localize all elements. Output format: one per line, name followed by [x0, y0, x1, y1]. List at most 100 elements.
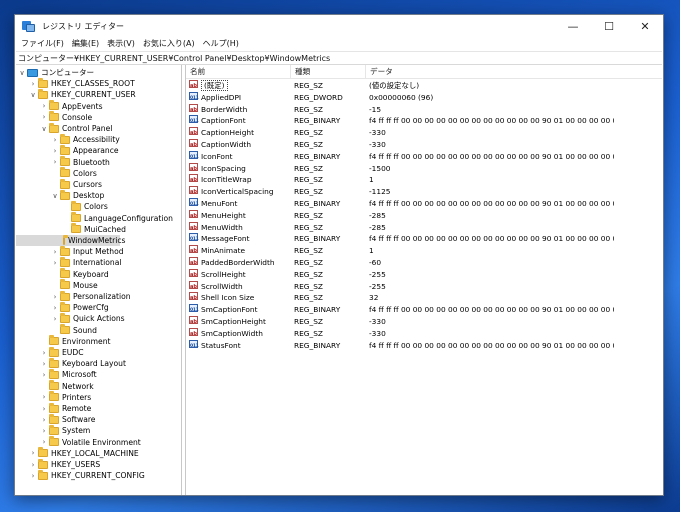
tree-item[interactable]: Sound — [16, 324, 97, 336]
value-row[interactable]: 011 AppliedDPI REG_DWORD 0x00000060 (96) — [186, 91, 662, 104]
menu-help[interactable]: ヘルプ(H) — [199, 37, 243, 51]
value-row[interactable]: 011 SmCaptionFont REG_BINARY f4 ff ff ff 00… — [186, 304, 662, 316]
menu-file[interactable]: ファイル(F) — [17, 37, 68, 51]
value-row[interactable]: ab PaddedBorderWidth REG_SZ -60 — [186, 257, 662, 269]
value-row[interactable]: ab MenuWidth REG_SZ -285 — [186, 221, 662, 234]
chevron-right-icon[interactable]: › — [29, 461, 37, 469]
address-bar[interactable]: コンピューター¥HKEY_CURRENT_USER¥Control Panel¥… — [16, 51, 662, 65]
tree-item[interactable]: › Bluetooth — [16, 156, 110, 168]
tree-item[interactable]: Cursors — [16, 178, 102, 190]
tree-item[interactable]: Keyboard — [16, 268, 109, 280]
chevron-down-icon[interactable]: ∨ — [18, 69, 26, 77]
value-row[interactable]: 011 MessageFont REG_BINARY f4 ff ff ff 00 0… — [186, 233, 662, 245]
value-row[interactable]: ab (既定) REG_SZ (値の設定なし) — [186, 80, 662, 92]
chevron-right-icon[interactable]: › — [40, 349, 48, 357]
menu-edit[interactable]: 編集(E) — [68, 37, 103, 51]
chevron-right-icon[interactable]: › — [51, 304, 59, 312]
tree-item[interactable]: › HKEY_LOCAL_MACHINE — [16, 447, 139, 459]
minimize-button[interactable]: — — [555, 15, 591, 37]
column-name-header[interactable]: 名前 — [186, 65, 290, 79]
value-row[interactable]: ab IconTitleWrap REG_SZ 1 — [186, 174, 662, 186]
key-tree-pane[interactable]: ∨ コンピューター › HKEY_CLASSES_ROOT ∨ HKEY_CURRENT_… — [16, 65, 182, 495]
chevron-right-icon[interactable]: › — [40, 360, 48, 368]
menu-view[interactable]: 表示(V) — [103, 37, 139, 51]
chevron-right-icon[interactable]: › — [29, 80, 37, 88]
chevron-right-icon[interactable]: › — [51, 158, 59, 166]
value-row[interactable]: ab MinAnimate REG_SZ 1 — [186, 245, 662, 257]
tree-item[interactable]: › HKEY_CLASSES_ROOT — [16, 77, 135, 89]
tree-item[interactable]: › EUDC — [16, 346, 84, 358]
tree-item[interactable]: › HKEY_USERS — [16, 458, 100, 470]
chevron-down-icon[interactable]: ∨ — [51, 192, 59, 200]
close-button[interactable]: ✕ — [627, 15, 663, 37]
chevron-down-icon[interactable]: ∨ — [40, 125, 48, 133]
chevron-right-icon[interactable]: › — [40, 427, 48, 435]
value-row[interactable]: ab IconVerticalSpacing REG_SZ -1125 — [186, 186, 662, 198]
tree-item[interactable]: Colors — [16, 200, 108, 212]
chevron-right-icon[interactable]: › — [51, 147, 59, 155]
values-pane[interactable]: 名前 種類 データ ab (既定) REG_SZ (値の設定なし) 011 Applied… — [186, 65, 662, 495]
value-row[interactable]: ab MenuHeight REG_SZ -285 — [186, 209, 662, 222]
chevron-right-icon[interactable]: › — [51, 315, 59, 323]
chevron-right-icon[interactable]: › — [40, 102, 48, 110]
chevron-right-icon[interactable]: › — [51, 136, 59, 144]
tree-item[interactable]: ∨ コンピューター — [16, 67, 94, 78]
tree-item[interactable]: Mouse — [16, 279, 98, 291]
tree-item[interactable]: › PowerCfg — [16, 301, 109, 313]
value-row[interactable]: 011 MenuFont REG_BINARY f4 ff ff ff 00 00 0… — [186, 198, 662, 210]
value-row[interactable]: ab ScrollWidth REG_SZ -255 — [186, 280, 662, 293]
tree-item[interactable]: ∨ HKEY_CURRENT_USER — [16, 88, 136, 100]
chevron-right-icon[interactable]: › — [40, 113, 48, 121]
tree-item[interactable]: › Software — [16, 413, 95, 425]
value-row[interactable]: ab ScrollHeight REG_SZ -255 — [186, 268, 662, 281]
menu-favorites[interactable]: お気に入り(A) — [139, 37, 199, 51]
value-row[interactable]: ab SmCaptionHeight REG_SZ -330 — [186, 316, 662, 328]
value-row[interactable]: ab Shell Icon Size REG_SZ 32 — [186, 292, 662, 304]
tree-item[interactable]: Environment — [16, 335, 111, 347]
chevron-right-icon[interactable]: › — [51, 248, 59, 256]
value-row[interactable]: 011 CaptionFont REG_BINARY f4 ff ff ff 00 0… — [186, 115, 662, 127]
chevron-right-icon[interactable]: › — [40, 393, 48, 401]
tree-item[interactable]: Colors — [16, 167, 97, 179]
tree-item[interactable]: › Quick Actions — [16, 312, 125, 324]
tree-item[interactable]: › International — [16, 256, 121, 268]
tree-item[interactable]: › Remote — [16, 402, 91, 414]
value-row[interactable]: ab SmCaptionWidth REG_SZ -330 — [186, 327, 662, 340]
chevron-right-icon[interactable]: › — [51, 293, 59, 301]
tree-item[interactable]: Network — [16, 380, 94, 392]
tree-item[interactable]: › Console — [16, 111, 92, 123]
value-row[interactable]: ab IconSpacing REG_SZ -1500 — [186, 162, 662, 175]
tree-item[interactable]: › Printers — [16, 391, 91, 403]
tree-item[interactable]: › Microsoft — [16, 368, 97, 380]
chevron-right-icon[interactable]: › — [40, 416, 48, 424]
chevron-down-icon[interactable]: ∨ — [29, 91, 37, 99]
chevron-right-icon[interactable]: › — [51, 259, 59, 267]
tree-item[interactable]: › Input Method — [16, 245, 124, 257]
tree-item[interactable]: › Volatile Environment — [16, 436, 141, 448]
tree-item[interactable]: › AppEvents — [16, 100, 103, 112]
chevron-right-icon[interactable]: › — [40, 405, 48, 413]
tree-item[interactable]: ∨ Desktop — [16, 189, 104, 201]
tree-item[interactable]: › Appearance — [16, 144, 119, 156]
value-row[interactable]: ab CaptionWidth REG_SZ -330 — [186, 139, 662, 151]
tree-item[interactable]: › HKEY_CURRENT_CONFIG — [16, 469, 145, 481]
value-row[interactable]: ab BorderWidth REG_SZ -15 — [186, 103, 662, 116]
column-data-header[interactable]: データ — [365, 65, 655, 79]
tree-item[interactable]: › Keyboard Layout — [16, 357, 126, 369]
tree-item[interactable]: › Personalization — [16, 290, 131, 302]
tree-item[interactable]: MuiCached — [16, 223, 126, 235]
tree-item[interactable]: WindowMetrics — [16, 234, 126, 247]
tree-item[interactable]: LanguageConfiguration — [16, 212, 173, 224]
value-row[interactable]: 011 IconFont REG_BINARY f4 ff ff ff 00 00 0… — [186, 150, 662, 163]
value-row[interactable]: ab CaptionHeight REG_SZ -330 — [186, 127, 662, 139]
title-bar[interactable]: レジストリ エディター — ☐ ✕ — [15, 15, 663, 37]
chevron-right-icon[interactable]: › — [29, 472, 37, 480]
chevron-right-icon[interactable]: › — [40, 438, 48, 446]
chevron-right-icon[interactable]: › — [29, 449, 37, 457]
chevron-right-icon[interactable]: › — [40, 371, 48, 379]
tree-item[interactable]: ∨ Control Panel — [16, 122, 112, 134]
tree-item[interactable]: › Accessibility — [16, 133, 120, 145]
column-type-header[interactable]: 種類 — [290, 65, 365, 79]
maximize-button[interactable]: ☐ — [591, 15, 627, 37]
tree-item[interactable]: › System — [16, 424, 90, 436]
